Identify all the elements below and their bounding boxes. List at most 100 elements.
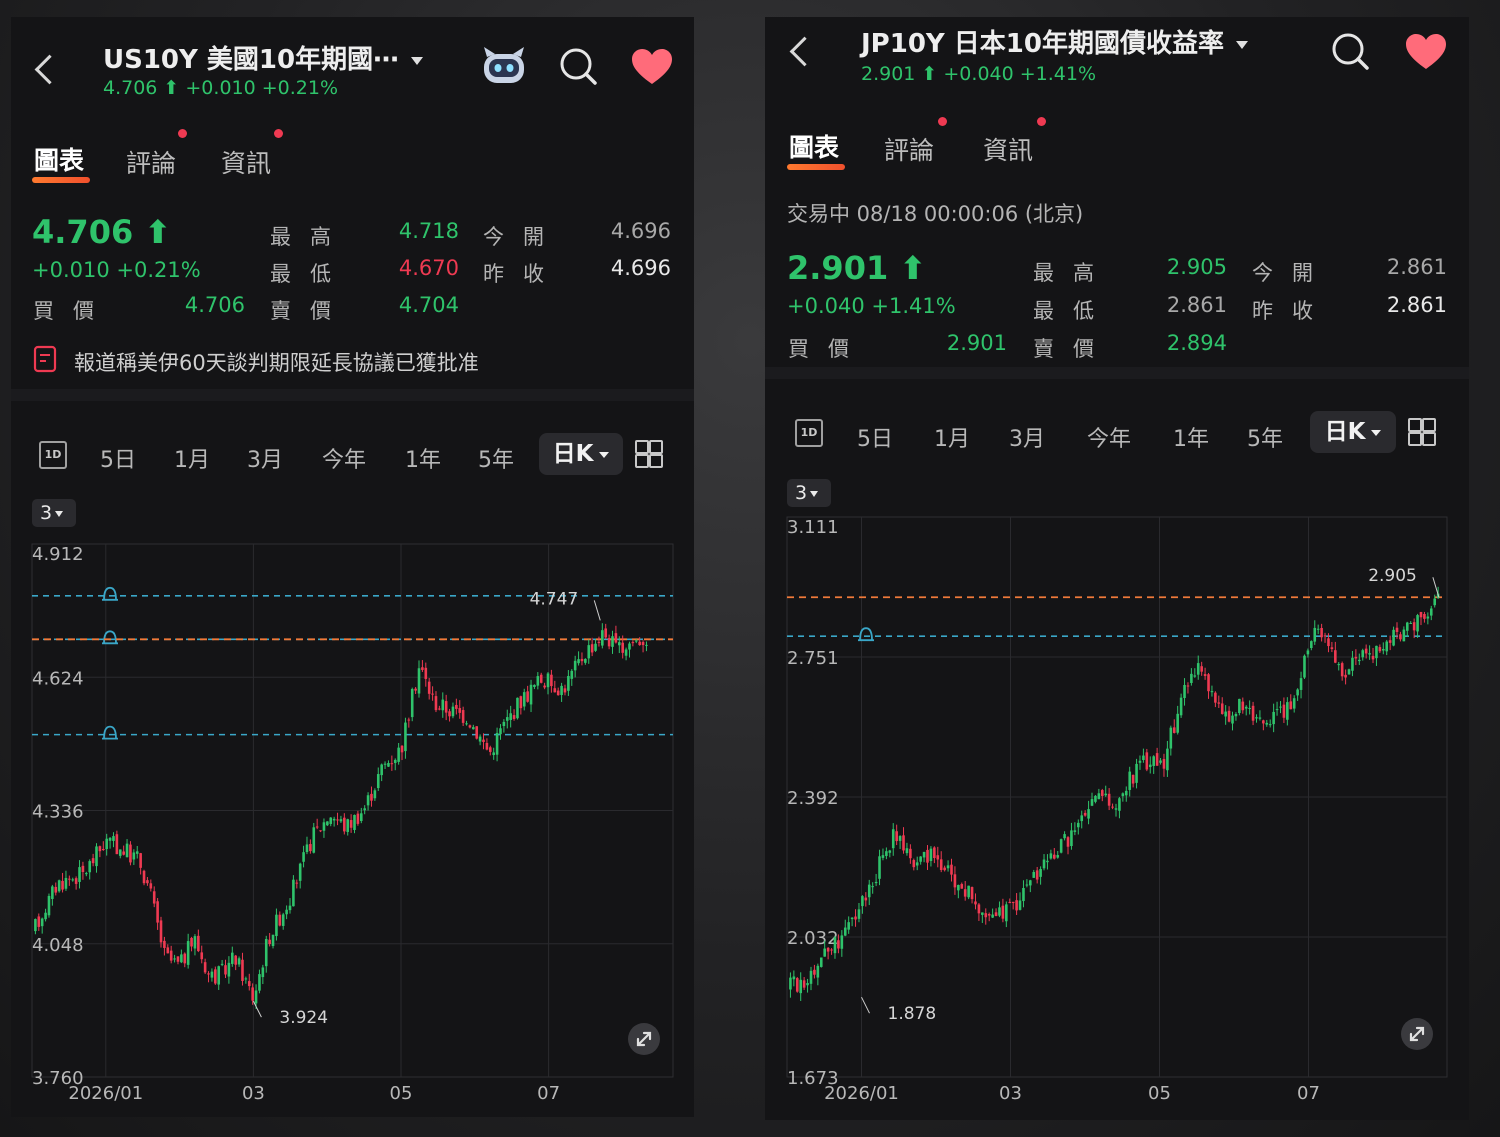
tab-news[interactable]: 資訊 <box>221 144 271 180</box>
period-1m[interactable]: 1月 <box>934 421 970 453</box>
candle-body <box>645 644 648 646</box>
high-value: 2.905 <box>1166 255 1227 279</box>
candle-body <box>998 907 1001 916</box>
candle-body <box>193 936 197 949</box>
tab-chart[interactable]: 圖表 <box>787 128 845 170</box>
period-5d[interactable]: 5日 <box>857 421 893 453</box>
candle-body <box>871 886 874 888</box>
symbol-title[interactable]: US10Y 美國10年期國⋯ <box>103 39 424 76</box>
period-5d[interactable]: 5日 <box>100 442 136 474</box>
candle-body <box>149 883 153 889</box>
candle-body <box>190 937 193 947</box>
search-icon[interactable] <box>559 47 599 87</box>
candle-body <box>309 844 312 852</box>
ask-value: 2.894 <box>1166 331 1227 355</box>
kline-label: 日K <box>552 441 594 467</box>
grid-layout-icon[interactable] <box>635 440 663 468</box>
candle-body <box>1416 615 1419 632</box>
candle-body <box>624 649 628 656</box>
candle-body <box>217 966 221 985</box>
period-1y[interactable]: 1年 <box>405 442 441 474</box>
candle-body <box>641 642 645 646</box>
us10y-candlestick-chart[interactable]: 4.9124.6244.3364.0483.7602026/01 03 05 074.… <box>11 527 694 1117</box>
kline-type-button[interactable]: 日K <box>1310 411 1396 453</box>
candle-body <box>1217 702 1221 704</box>
news-headline[interactable]: 報道稱美伊60天談判期限延長協議已獲批准 <box>74 347 479 377</box>
tab-comments[interactable]: 評論 <box>884 131 934 167</box>
candle-body <box>1080 815 1084 822</box>
candle-body <box>478 736 482 742</box>
candle-body <box>1049 853 1053 859</box>
period-5y[interactable]: 5年 <box>478 442 514 474</box>
interval-1d-button[interactable]: 1D <box>39 441 67 469</box>
indicator-chip-label: 3 <box>795 482 808 504</box>
candle-body <box>1344 674 1347 678</box>
candle-body <box>536 676 540 686</box>
candle-body <box>275 914 278 937</box>
candle-body <box>601 630 604 646</box>
search-icon[interactable] <box>1331 32 1371 72</box>
expand-chart-button[interactable] <box>1401 1018 1433 1050</box>
period-1m[interactable]: 1月 <box>174 442 210 474</box>
candle-body <box>74 878 78 884</box>
candle-body <box>1423 614 1426 619</box>
candle-body <box>1316 628 1320 630</box>
candle-body <box>465 723 468 725</box>
candle-body <box>370 793 373 801</box>
indicator-chip[interactable]: 3 <box>787 479 831 507</box>
candle-body <box>580 658 584 662</box>
period-5y[interactable]: 5年 <box>1247 421 1283 453</box>
candle-body <box>139 853 142 868</box>
favorite-heart-icon[interactable] <box>1405 33 1447 71</box>
tab-comments[interactable]: 評論 <box>126 144 176 180</box>
candle-body <box>1244 706 1248 709</box>
jp10y-candlestick-chart[interactable]: 3.1112.7512.3922.0321.6732026/01 03 05 072.… <box>765 507 1469 1117</box>
candle-body <box>1063 834 1066 839</box>
period-3m[interactable]: 3月 <box>1009 421 1045 453</box>
symbol-title[interactable]: JP10Y 日本10年期國債收益率 <box>861 23 1248 60</box>
candle-body <box>353 814 356 830</box>
candle-body <box>1121 793 1125 797</box>
candle-body <box>1395 627 1399 632</box>
candle-body <box>618 642 621 646</box>
candle-body <box>431 693 434 695</box>
interval-1d-button[interactable]: 1D <box>795 419 823 447</box>
favorite-heart-icon[interactable] <box>631 48 673 86</box>
back-arrow-icon[interactable] <box>789 36 820 67</box>
candle-body <box>343 817 346 832</box>
candle-body <box>987 913 991 916</box>
candle-body <box>833 937 837 954</box>
period-3m[interactable]: 3月 <box>247 442 283 474</box>
period-1y[interactable]: 1年 <box>1173 421 1209 453</box>
candle-body <box>1083 812 1087 816</box>
candle-body <box>806 983 809 986</box>
candle-body <box>1378 647 1382 652</box>
candle-body <box>1124 790 1128 796</box>
period-high-label: 2.905 <box>1368 566 1417 586</box>
period-low-label: 1.878 <box>888 1004 937 1024</box>
indicator-chip[interactable]: 3 <box>32 499 76 527</box>
back-arrow-icon[interactable] <box>34 54 65 85</box>
period-ytd[interactable]: 今年 <box>1087 421 1131 453</box>
prev-close-value: 4.696 <box>610 256 671 280</box>
candle-body <box>44 912 47 920</box>
y-tick-label: 4.048 <box>32 935 84 956</box>
tab-news[interactable]: 資訊 <box>983 131 1033 167</box>
candle-body <box>152 891 156 904</box>
expand-chart-button[interactable] <box>628 1023 660 1055</box>
candle-body <box>68 878 71 880</box>
candle-body <box>1042 859 1046 869</box>
candle-body <box>302 852 305 862</box>
candle-body <box>614 633 618 643</box>
news-unread-dot <box>274 129 283 138</box>
candle-body <box>40 918 44 927</box>
robot-assistant-icon[interactable] <box>481 45 527 87</box>
candle-body <box>1433 598 1437 606</box>
price-change: +0.010 +0.21% <box>32 258 201 282</box>
prev-close-label: 昨收 <box>1252 299 1332 323</box>
grid-layout-icon[interactable] <box>1408 418 1436 446</box>
kline-type-button[interactable]: 日K <box>539 433 623 475</box>
candle-body <box>594 643 597 651</box>
tab-chart[interactable]: 圖表 <box>32 141 90 183</box>
period-ytd[interactable]: 今年 <box>322 442 366 474</box>
